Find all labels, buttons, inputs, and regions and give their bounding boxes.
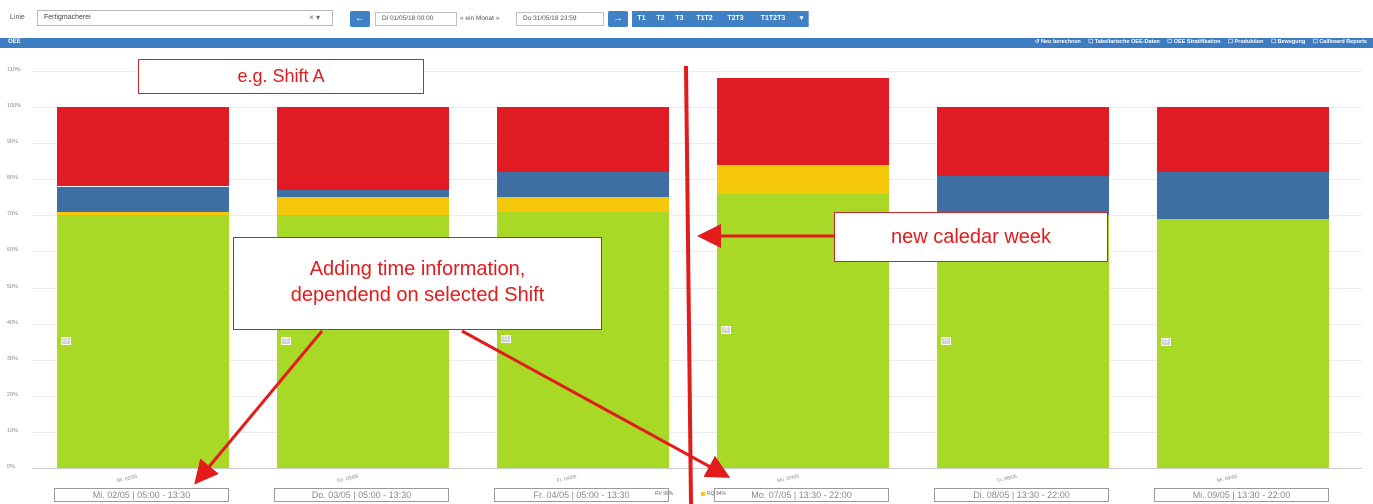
y-tick-label: 60%	[7, 247, 19, 254]
shift-button-t3[interactable]: T3	[670, 11, 690, 27]
bar[interactable]: 69	[57, 107, 229, 468]
line-select-value: Fertigmacherei	[44, 14, 91, 21]
date-from-field[interactable]: Di 01/05/18 00:00	[375, 12, 457, 26]
shift-time-label: Mi. 09/05 | 13:30 - 22:00	[1154, 488, 1329, 502]
calendar-week-divider	[684, 65, 693, 504]
range-label: « ein Monat »	[460, 15, 500, 22]
segment-value-label: 70	[941, 336, 951, 345]
x-category-label: Fr. 04/05	[556, 474, 578, 484]
bar-segment[interactable]	[57, 107, 229, 187]
movement-link[interactable]: ☐ Bewegung	[1271, 39, 1305, 45]
y-tick-label: 40%	[7, 319, 19, 326]
shift-button-t1[interactable]: T1	[632, 11, 652, 27]
bar-segment[interactable]	[497, 197, 669, 212]
x-category-label: Mi. 09/05	[1216, 473, 1238, 485]
date-to-field[interactable]: Do 31/05/18 23:59	[516, 12, 604, 26]
x-category-label: Mi. 02/05	[116, 473, 138, 485]
segment-value-label: 70	[281, 336, 291, 345]
segment-value-label: 71	[501, 334, 511, 343]
production-link[interactable]: ☐ Produktion	[1228, 39, 1263, 45]
shift-time-label: Mo. 07/05 | 13:30 - 22:00	[714, 488, 889, 502]
shift-button-t1t2t3[interactable]: T1T2T3	[751, 11, 796, 27]
shift-time-label: Di. 08/05 | 13:30 - 22:00	[934, 488, 1109, 502]
shift-time-label: Mi. 02/05 | 05:00 - 13:30	[54, 488, 229, 502]
bar-segment[interactable]	[277, 107, 449, 191]
table-data-link[interactable]: ☐ Tabellarische OEE-Daten	[1088, 39, 1159, 45]
bar-segment[interactable]	[937, 107, 1109, 176]
y-tick-label: 90%	[7, 139, 19, 146]
bar[interactable]: 70	[937, 107, 1109, 468]
arrow-left-icon: ←	[355, 13, 365, 24]
bar[interactable]: 69	[1157, 107, 1329, 468]
bar[interactable]: 76	[717, 78, 889, 468]
shift-button-t2t3[interactable]: T2T3	[720, 11, 752, 27]
time-info-line-2: dependend on selected Shift	[290, 284, 545, 306]
y-tick-label: 20%	[7, 391, 19, 398]
bar-segment[interactable]	[57, 211, 229, 216]
week-annotation-box: new caledar week	[834, 212, 1108, 262]
legend-rq-swatch	[701, 491, 705, 496]
y-tick-label: 0%	[7, 464, 15, 470]
previous-period-button[interactable]: ←	[350, 11, 370, 27]
panel-title: OEE	[8, 39, 21, 45]
shift-time-label: Fr. 04/05 | 05:00 - 13:30	[494, 488, 669, 502]
legend-rv: RV 96%	[655, 491, 674, 497]
legend-rq: RQ 94%	[701, 491, 726, 497]
y-tick-label: 70%	[7, 211, 19, 218]
y-tick-label: 80%	[7, 175, 19, 182]
filter-toolbar: Linie Fertigmacherei × ▾ ← Di 01/05/18 0…	[0, 0, 1373, 38]
arrow-right-icon: →	[613, 13, 623, 24]
bar-segment[interactable]	[497, 172, 669, 198]
next-period-button[interactable]: →	[608, 11, 628, 27]
bar-segment[interactable]	[57, 186, 229, 212]
line-label: Linie	[10, 14, 25, 21]
segment-value-label: 69	[61, 336, 71, 345]
x-axis-line	[32, 468, 1362, 469]
time-info-annotation-box: Adding time information, dependend on se…	[233, 237, 602, 330]
oee-panel-header: OEE ↺ Neu berechnen ☐ Tabellarische OEE-…	[0, 38, 1373, 48]
time-info-line-1: Adding time information,	[309, 258, 526, 280]
bar-segment[interactable]	[57, 215, 229, 468]
y-tick-label: 100%	[7, 103, 22, 110]
shift-annotation-box: e.g. Shift A	[138, 59, 424, 94]
callboard-reports-link[interactable]: ☐ Callboard Reports	[1313, 39, 1367, 45]
segment-value-label: 76	[721, 325, 731, 334]
x-category-label: Do. 03/05	[336, 473, 360, 485]
line-select[interactable]: Fertigmacherei × ▾	[37, 10, 333, 26]
x-category-label: Mo. 07/05	[776, 473, 800, 485]
bar-segment[interactable]	[1157, 107, 1329, 173]
stratification-link[interactable]: ☐ OEE Stratifikation	[1167, 39, 1220, 45]
recalculate-link[interactable]: ↺ Neu berechnen	[1035, 39, 1081, 45]
shift-time-label: Do. 03/05 | 05:00 - 13:30	[274, 488, 449, 502]
y-tick-label: 10%	[7, 427, 19, 434]
clear-caret-icon[interactable]: × ▾	[309, 11, 320, 25]
y-tick-label: 30%	[7, 355, 19, 362]
y-tick-label: 50%	[7, 283, 19, 290]
bar-segment[interactable]	[717, 78, 889, 165]
panel-links: ↺ Neu berechnen ☐ Tabellarische OEE-Date…	[1029, 39, 1367, 45]
bar-segment[interactable]	[277, 197, 449, 216]
bar-segment[interactable]	[937, 175, 1109, 216]
bar-segment[interactable]	[1157, 172, 1329, 219]
y-tick-label: 110%	[7, 67, 21, 73]
bar-segment[interactable]	[717, 164, 889, 194]
segment-value-label: 69	[1161, 338, 1171, 347]
bar-segment[interactable]	[277, 190, 449, 198]
shift-button-t2[interactable]: T2	[651, 11, 671, 27]
bar-segment[interactable]	[1157, 218, 1329, 468]
shift-dropdown-button[interactable]: ▾	[795, 11, 809, 27]
bar-segment[interactable]	[497, 107, 669, 173]
x-category-label: Di. 08/05	[996, 473, 1018, 485]
shift-button-t1t2[interactable]: T1T2	[689, 11, 721, 27]
